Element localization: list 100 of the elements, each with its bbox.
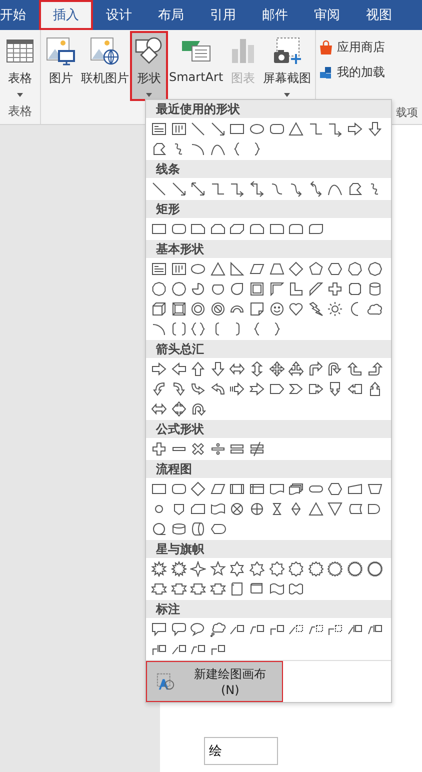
arc-icon[interactable] <box>190 141 206 157</box>
double-wave-icon[interactable] <box>288 581 304 597</box>
diagonal-stripe-icon[interactable] <box>308 281 324 297</box>
diamond-icon[interactable] <box>288 261 304 277</box>
multiply-icon[interactable] <box>190 441 206 457</box>
ellipse-icon[interactable] <box>190 261 206 277</box>
ribbon-tab[interactable]: 邮件 <box>249 0 301 30</box>
down-arrow-icon[interactable] <box>210 361 226 377</box>
up-arrow-icon[interactable] <box>190 361 206 377</box>
parallelogram-icon[interactable] <box>210 481 226 497</box>
arc-icon[interactable] <box>151 321 167 337</box>
ribbon-down-icon[interactable] <box>210 581 226 597</box>
elbow-connector-icon[interactable] <box>210 181 226 197</box>
down-arrow-icon[interactable] <box>366 121 383 137</box>
manual-operation-icon[interactable] <box>366 481 383 497</box>
shapes-button[interactable]: 形状 <box>131 32 167 100</box>
line-icon[interactable] <box>190 121 206 137</box>
curved-up-arrow-icon[interactable] <box>190 381 206 397</box>
notched-right-arrow-icon[interactable] <box>248 381 265 397</box>
merge-triangle-icon[interactable] <box>327 501 344 517</box>
rounded-rectangle-icon[interactable] <box>170 481 187 497</box>
no-symbol-icon[interactable] <box>210 301 226 317</box>
folded-corner-icon[interactable] <box>248 301 265 317</box>
ribbon-icon[interactable] <box>190 581 206 597</box>
ellipse-icon[interactable] <box>248 121 265 137</box>
arrow-callout-icon[interactable] <box>308 381 324 397</box>
hexagon-icon[interactable] <box>327 481 344 497</box>
ribbon-tab[interactable]: 开始 <box>0 0 39 30</box>
triangle-icon[interactable] <box>288 121 304 137</box>
line-icon[interactable] <box>151 181 167 197</box>
bent-up-arrow-icon[interactable] <box>366 361 383 377</box>
vertical-textbox-icon[interactable] <box>170 121 187 137</box>
up-down-arrow-icon[interactable] <box>248 361 265 377</box>
pentagon-icon[interactable] <box>308 261 324 277</box>
striped-right-arrow-icon[interactable] <box>229 381 246 397</box>
right-arrow-icon[interactable] <box>151 361 167 377</box>
new-drawing-canvas-item[interactable]: 新建绘图画布(N) <box>146 661 284 702</box>
curved-double-arrow-connector-icon[interactable] <box>308 181 324 197</box>
left-right-arrow-icon[interactable] <box>151 401 167 417</box>
textbox-icon[interactable] <box>151 121 167 137</box>
u-turn-arrow-icon[interactable] <box>327 361 344 377</box>
internal-storage-icon[interactable] <box>248 481 265 497</box>
not-equal-icon[interactable] <box>248 441 265 457</box>
twelve-point-star-icon[interactable] <box>308 561 324 577</box>
diamond-icon[interactable] <box>190 481 206 497</box>
card-icon[interactable] <box>190 501 206 517</box>
bracket-pair-icon[interactable] <box>170 321 187 337</box>
divide-icon[interactable] <box>210 441 226 457</box>
bent-arrow-icon[interactable] <box>308 361 324 377</box>
parallelogram-icon[interactable] <box>248 261 265 277</box>
left-arrow-callout-icon[interactable] <box>346 381 363 397</box>
elbow-arrow-connector-icon[interactable] <box>229 181 246 197</box>
curved-arrow-connector-icon[interactable] <box>288 181 304 197</box>
cylinder-icon[interactable] <box>366 281 383 297</box>
seven-point-star-icon[interactable] <box>248 561 265 577</box>
left-up-arrow-icon[interactable] <box>346 361 363 377</box>
plus-icon[interactable] <box>151 441 167 457</box>
circular-arrow-icon[interactable] <box>190 401 206 417</box>
ribbon-down-icon[interactable] <box>170 581 187 597</box>
smiley-icon[interactable] <box>268 301 285 317</box>
lightning-icon[interactable] <box>308 301 324 317</box>
l-shape-icon[interactable] <box>288 281 304 297</box>
pentagon-arrow-icon[interactable] <box>268 381 285 397</box>
six-point-star-icon[interactable] <box>229 561 246 577</box>
half-frame-icon[interactable] <box>268 281 285 297</box>
arrow-line-icon[interactable] <box>210 121 226 137</box>
ribbon-tab[interactable]: 插入 <box>39 0 93 30</box>
rectangle-icon[interactable] <box>151 221 167 237</box>
double-arrow-line-icon[interactable] <box>190 181 206 197</box>
donut-icon[interactable] <box>190 301 206 317</box>
vertical-textbox-icon[interactable] <box>170 261 187 277</box>
right-arrow-icon[interactable] <box>346 121 363 137</box>
table-button[interactable]: 表格 <box>2 32 38 100</box>
sixteen-point-star-icon[interactable] <box>327 561 344 577</box>
rectangle-callout-icon[interactable] <box>151 621 167 637</box>
online-picture-button[interactable]: 联机图片 <box>79 32 131 100</box>
triangle-icon[interactable] <box>308 501 324 517</box>
dodecagon-icon[interactable] <box>170 281 187 297</box>
elbow-double-arrow-connector-icon[interactable] <box>248 181 265 197</box>
decagon-icon[interactable] <box>151 281 167 297</box>
burst-star-icon[interactable] <box>170 561 187 577</box>
display-icon[interactable] <box>210 521 226 537</box>
elbow-connector-icon[interactable] <box>308 121 324 137</box>
rectangle-icon[interactable] <box>151 481 167 497</box>
three-way-arrow-icon[interactable] <box>288 361 304 377</box>
picture-button[interactable]: 图片 <box>43 32 79 100</box>
curved-left-arrow-icon[interactable] <box>170 381 187 397</box>
rectangle-icon[interactable] <box>229 121 246 137</box>
curved-down-arrow-icon[interactable] <box>210 381 226 397</box>
thirty-two-point-star-icon[interactable] <box>366 561 383 577</box>
left-right-arrow-icon[interactable] <box>229 361 246 377</box>
document-icon[interactable] <box>268 481 285 497</box>
right-triangle-icon[interactable] <box>229 261 246 277</box>
ten-point-star-icon[interactable] <box>288 561 304 577</box>
four-point-star-icon[interactable] <box>190 561 206 577</box>
store-button[interactable]: 应用商店 <box>318 38 420 57</box>
my-addins-button[interactable]: 我的加载 <box>318 63 420 82</box>
rounded-rectangle-icon[interactable] <box>268 121 285 137</box>
burst-icon[interactable] <box>151 561 167 577</box>
four-way-arrow-icon[interactable] <box>268 361 285 377</box>
